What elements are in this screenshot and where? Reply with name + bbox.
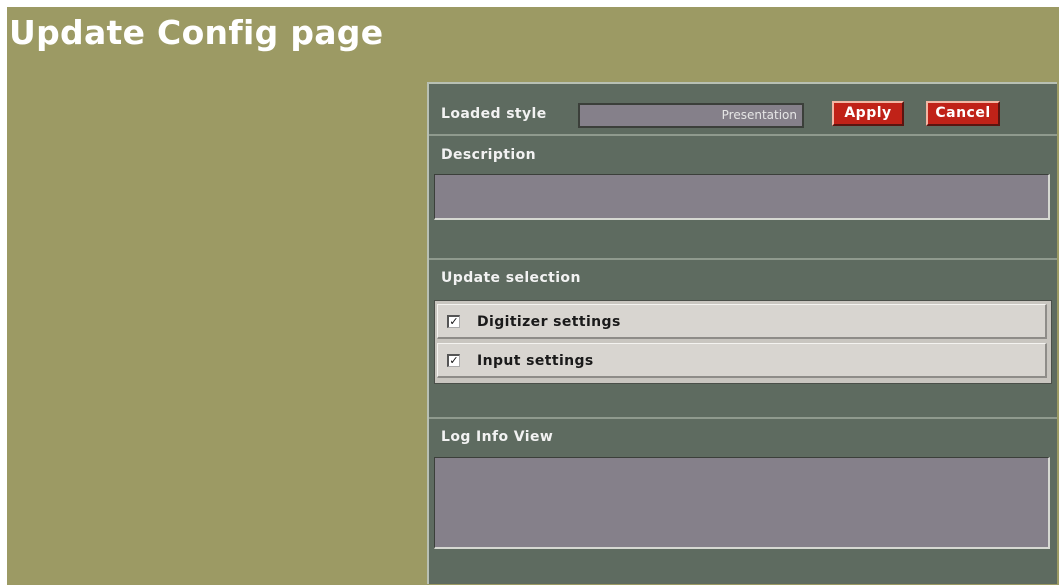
list-item-input-settings[interactable]: ✓ Input settings [437,343,1047,378]
log-section: Log Info View [429,419,1057,585]
log-info-field[interactable] [434,457,1050,549]
config-panel: Loaded style Presentation Apply Cancel D… [427,82,1057,584]
loaded-style-field[interactable]: Presentation [578,103,804,128]
style-row: Loaded style Presentation Apply Cancel [429,84,1057,134]
loaded-style-label: Loaded style [441,106,547,122]
input-settings-label: Input settings [477,353,594,369]
update-selection-label: Update selection [441,270,581,286]
cancel-button[interactable]: Cancel [926,101,1000,126]
description-field[interactable] [434,174,1050,220]
digitizer-settings-checkbox[interactable]: ✓ [447,315,460,328]
input-settings-checkbox[interactable]: ✓ [447,354,460,367]
selection-list: ✓ Digitizer settings ✓ Input settings [434,300,1052,384]
description-label: Description [441,147,536,163]
update-selection-section: Update selection ✓ Digitizer settings ✓ … [429,260,1057,418]
page-title: Update Config page [9,13,384,52]
page-background: Update Config page Loaded style Presenta… [7,7,1059,585]
list-item-digitizer-settings[interactable]: ✓ Digitizer settings [437,304,1047,339]
apply-button[interactable]: Apply [832,101,904,126]
log-info-label: Log Info View [441,429,554,445]
digitizer-settings-label: Digitizer settings [477,314,621,330]
description-section: Description [429,136,1057,260]
